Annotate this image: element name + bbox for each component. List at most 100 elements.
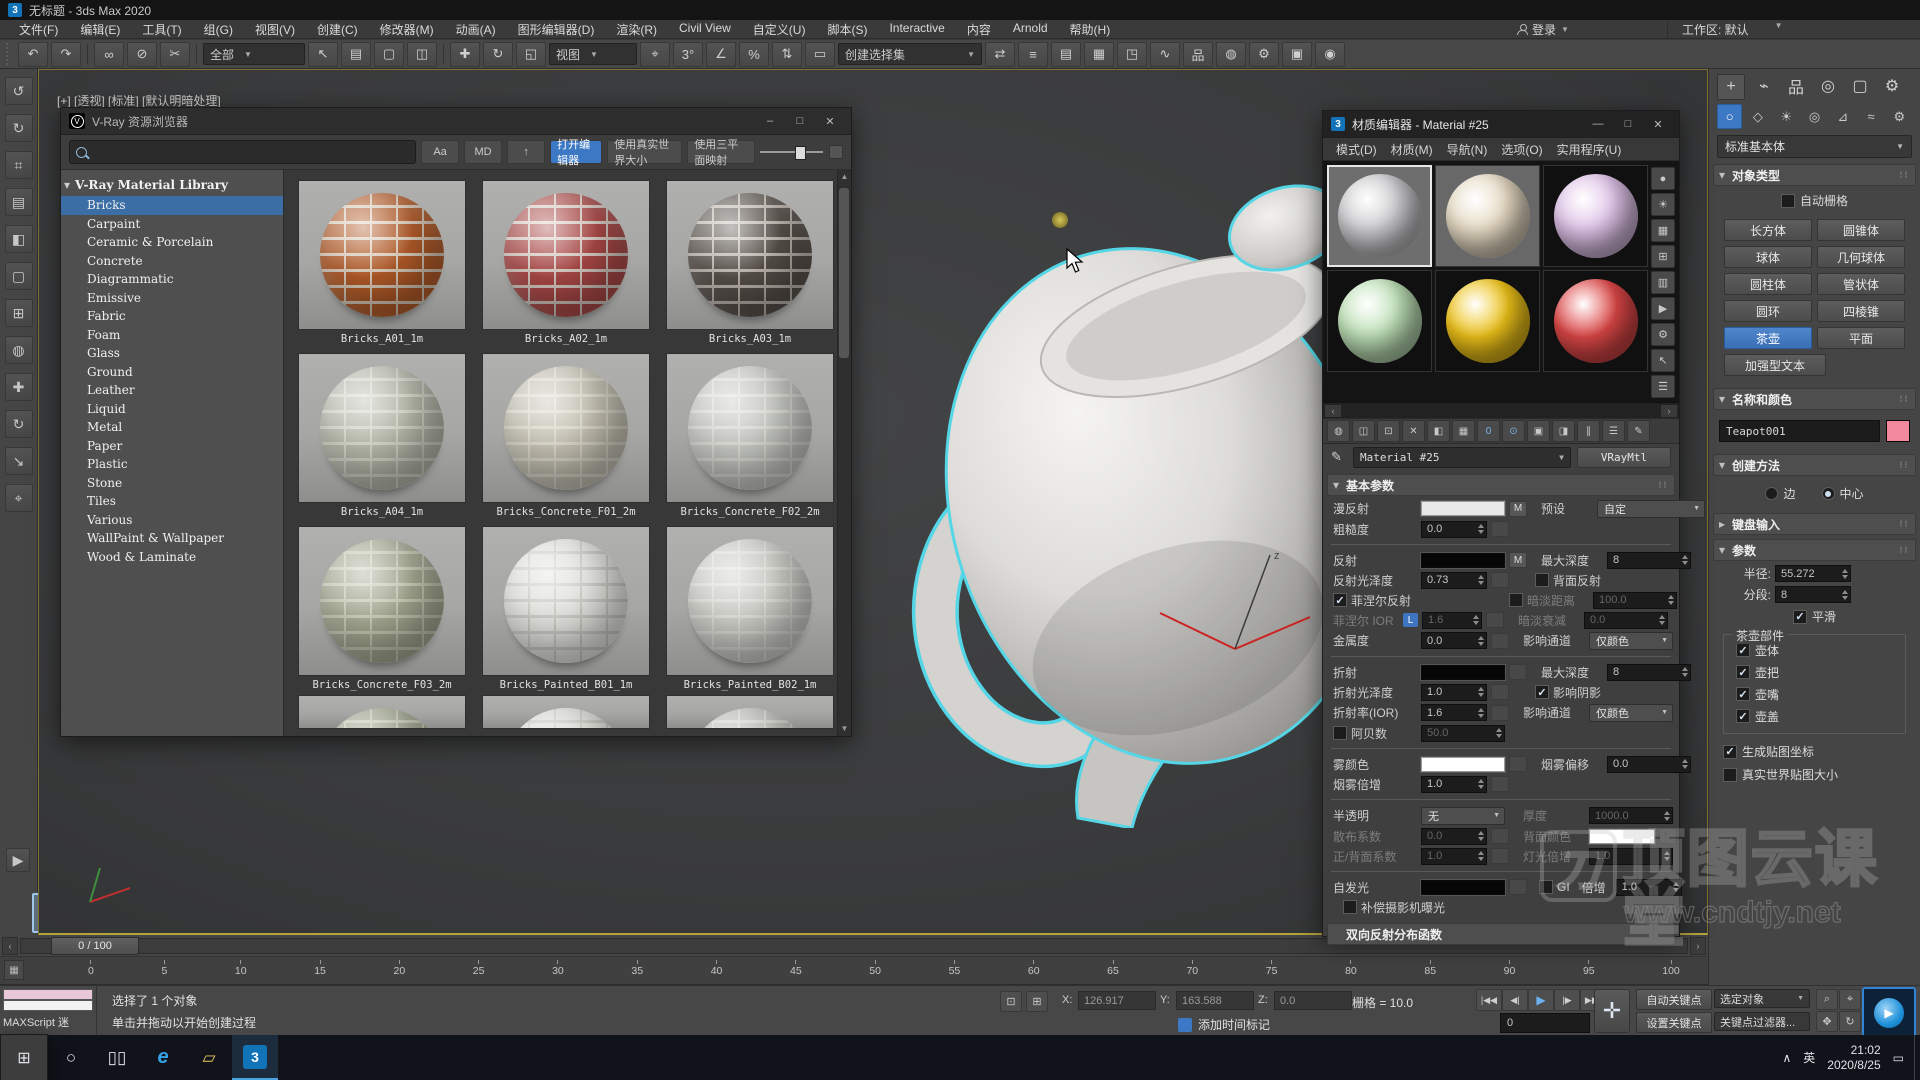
material-map-navigator-icon-2[interactable]: ☰: [1602, 420, 1625, 442]
select-and-link[interactable]: ∞: [94, 42, 124, 67]
named-selection-sets-field[interactable]: 创建选择集▼: [838, 43, 982, 65]
tab-create[interactable]: +: [1717, 74, 1745, 100]
left-tool-center[interactable]: ⌖: [5, 484, 33, 512]
key-filters-button[interactable]: 关键点过滤器...: [1714, 1012, 1810, 1031]
real-world-map-size-checkbox[interactable]: 真实世界贴图大小: [1709, 763, 1920, 786]
bind-to-space-warp[interactable]: ✂: [160, 42, 190, 67]
select-and-move[interactable]: ✚: [450, 42, 480, 67]
menu-item[interactable]: 实用程序(U): [1550, 140, 1629, 159]
thumbnail-size-slider[interactable]: [760, 145, 843, 159]
value-spinner[interactable]: 8: [1607, 664, 1691, 681]
sample-slot[interactable]: [1543, 165, 1648, 267]
isolate-selection-toggle[interactable]: ⊡: [1000, 991, 1022, 1012]
curve-editor[interactable]: ∿: [1150, 42, 1180, 67]
close-button[interactable]: ✕: [1645, 115, 1671, 133]
set-keys-button[interactable]: ✛: [1594, 989, 1630, 1033]
value-spinner[interactable]: 0.0: [1421, 632, 1487, 649]
creation-method-radio[interactable]: 边: [1765, 485, 1795, 502]
value-spinner[interactable]: 1.0: [1421, 684, 1487, 701]
menu-item[interactable]: 选项(O): [1494, 140, 1549, 159]
tree-item[interactable]: Leather: [61, 381, 283, 400]
material-thumbnail[interactable]: Bricks_Concrete_F03_2m: [298, 526, 466, 693]
menu-item[interactable]: 图形编辑器(D): [507, 20, 606, 39]
object-type-button[interactable]: 管状体: [1817, 273, 1905, 295]
object-type-button[interactable]: 几何球体: [1817, 246, 1905, 268]
param-checkbox[interactable]: 影响阴影: [1535, 684, 1601, 701]
value-spinner[interactable]: 1.6: [1421, 704, 1487, 721]
workspace-selector[interactable]: 工作区: 默认 ▼: [1682, 21, 1912, 38]
subtab-geometry[interactable]: ○: [1717, 104, 1742, 129]
transform-gizmo[interactable]: z: [1140, 545, 1320, 685]
color-swatch[interactable]: [1421, 757, 1505, 772]
options-icon[interactable]: ⚙: [1651, 323, 1675, 346]
left-tool-redo-view[interactable]: ↻: [5, 114, 33, 142]
tree-item[interactable]: Metal: [61, 418, 283, 437]
material-map-navigator-icon[interactable]: ☰: [1651, 375, 1675, 398]
teapot-part-checkbox[interactable]: 壶嘴: [1732, 683, 1897, 705]
autogrid-checkbox[interactable]: 自动栅格: [1709, 188, 1920, 215]
material-editor[interactable]: ◍: [1216, 42, 1246, 67]
rendered-frame-window[interactable]: ▣: [1282, 42, 1312, 67]
sort-button[interactable]: ↑: [507, 140, 545, 164]
orbit-icon[interactable]: ↻: [1839, 1011, 1861, 1032]
maxscript-mini-listener[interactable]: MAXScript 迷: [0, 986, 97, 1036]
tree-item[interactable]: Concrete: [61, 252, 283, 271]
object-name-input[interactable]: Teapot001: [1719, 420, 1880, 442]
render-setup[interactable]: ⚙: [1249, 42, 1279, 67]
category-dropdown[interactable]: 标准基本体▼: [1717, 135, 1912, 158]
param-dropdown[interactable]: 自定: [1597, 500, 1705, 518]
generate-mapping-coords-checkbox[interactable]: 生成贴图坐标: [1709, 740, 1920, 763]
notification-center-icon[interactable]: ▭: [1893, 1051, 1904, 1065]
sample-type-icon[interactable]: ●: [1651, 167, 1675, 190]
menu-item[interactable]: 修改器(M): [369, 20, 445, 39]
spinner-snap-toggle[interactable]: ⇅: [772, 42, 802, 67]
menu-item[interactable]: 视图(V): [244, 20, 306, 39]
value-spinner[interactable]: 1.6: [1422, 612, 1482, 629]
color-swatch[interactable]: [1589, 829, 1655, 844]
angle-snap-toggle[interactable]: ∠: [706, 42, 736, 67]
pick-material-icon[interactable]: ✎: [1627, 420, 1650, 442]
go-forward-sibling-icon[interactable]: ∥: [1577, 420, 1600, 442]
teapot-part-checkbox[interactable]: 壶盖: [1732, 705, 1897, 727]
edge-browser-icon[interactable]: e: [140, 1035, 186, 1080]
rollout-brdf-partial[interactable]: 双向反射分布函数: [1327, 923, 1675, 945]
lock-badge[interactable]: L: [1403, 613, 1418, 627]
param-dropdown[interactable]: 无: [1421, 807, 1505, 825]
vray-browser-title-bar[interactable]: V V-Ray 资源浏览器 – □ ✕: [61, 108, 851, 135]
toggle-layer-explorer[interactable]: ▦: [1084, 42, 1114, 67]
go-to-parent-icon[interactable]: ◨: [1552, 420, 1575, 442]
pick-from-object-icon[interactable]: ✎: [1331, 449, 1347, 465]
open-editor-button[interactable]: 打开编辑器: [550, 140, 602, 164]
unlink-selection[interactable]: ⊘: [127, 42, 157, 67]
track-previous-arrow[interactable]: ‹: [2, 937, 18, 955]
tree-item[interactable]: WallPaint & Wallpaper: [61, 529, 283, 548]
track-bar-filter-button[interactable]: ▦: [4, 960, 24, 980]
minimize-button[interactable]: —: [1585, 115, 1611, 133]
tree-item[interactable]: Fabric: [61, 307, 283, 326]
map-button[interactable]: [1491, 521, 1509, 537]
menu-item[interactable]: 渲染(R): [605, 20, 668, 39]
use-real-world-size-button[interactable]: 使用真实世界大小: [607, 140, 682, 164]
menu-item[interactable]: 导航(N): [1440, 140, 1495, 159]
search-input[interactable]: [69, 140, 416, 164]
previous-frame-button[interactable]: ◀|: [1502, 989, 1528, 1011]
menu-item[interactable]: 帮助(H): [1059, 20, 1122, 39]
tree-item[interactable]: Diagrammatic: [61, 270, 283, 289]
menu-item[interactable]: 动画(A): [445, 20, 507, 39]
file-explorer-icon[interactable]: ▱: [186, 1035, 232, 1080]
rollout-parameters[interactable]: 参数: [1713, 539, 1916, 561]
menu-item[interactable]: 文件(F): [8, 20, 69, 39]
sample-slot[interactable]: [1543, 270, 1648, 372]
put-to-scene-icon[interactable]: ◫: [1352, 420, 1375, 442]
md-filter-button[interactable]: MD: [464, 140, 502, 164]
reference-coordinate-dropdown[interactable]: 视图▼: [549, 43, 637, 65]
generate-preview-icon[interactable]: ▶: [1651, 297, 1675, 320]
map-button[interactable]: M: [1509, 501, 1527, 517]
color-swatch[interactable]: [1421, 553, 1505, 568]
map-button[interactable]: [1659, 828, 1677, 844]
object-type-button[interactable]: 圆环: [1724, 300, 1812, 322]
material-id-icon[interactable]: 0: [1477, 420, 1500, 442]
material-editor-title-bar[interactable]: 3 材质编辑器 - Material #25 — □ ✕: [1323, 111, 1679, 138]
object-color-swatch[interactable]: [1886, 420, 1910, 442]
object-type-button[interactable]: 球体: [1724, 246, 1812, 268]
